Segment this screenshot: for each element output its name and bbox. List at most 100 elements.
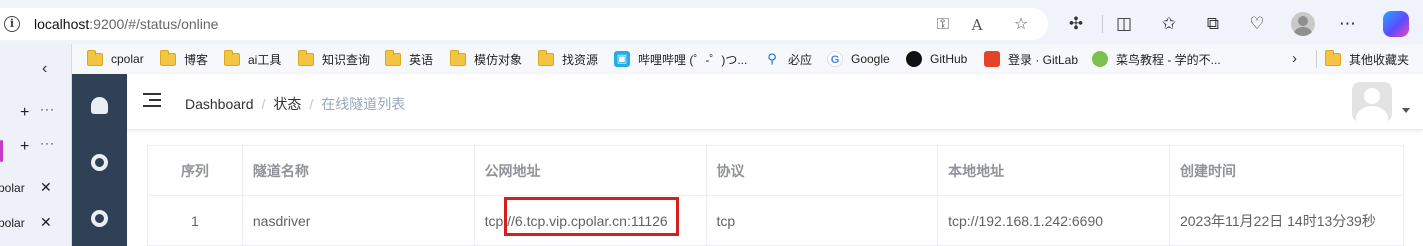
tab-group-color-marker (0, 140, 3, 162)
tunnel-icon[interactable] (91, 154, 108, 171)
google-icon: G (827, 51, 843, 67)
bookmark-label: 英语 (409, 52, 434, 67)
profile-icon[interactable] (1291, 12, 1315, 36)
chevron-left-icon[interactable]: ‹ (42, 60, 47, 78)
tab-group-row: + ··· (0, 136, 72, 162)
cell-public-url[interactable]: tcp://6.tcp.vip.cpolar.cn:11126 (473, 195, 707, 246)
breadcrumb-status[interactable]: 状态 (273, 96, 301, 112)
bookmark-bilibili[interactable]: ▣ 哔哩哔哩 (゜-゜)つ... (614, 49, 747, 69)
plus-icon[interactable]: + (20, 104, 29, 122)
browser-toolbar: i localhost:9200/#/status/online ⚿ A ☆ ✣… (0, 0, 1423, 44)
cell-local-address: tcp://192.168.1.242:6690 (937, 195, 1170, 246)
folder-icon (298, 49, 314, 66)
bookmark-bing[interactable]: ⚲ 必应 (764, 49, 812, 69)
key-icon[interactable]: ⚿ (932, 14, 954, 36)
bookmark-label: 菜鸟教程 - 学的不... (1116, 52, 1221, 67)
plus-icon[interactable]: + (20, 138, 29, 156)
more-menu-icon[interactable]: ⋯ (1337, 13, 1359, 35)
collections-icon[interactable]: ⧉ (1202, 13, 1224, 35)
column-header-index: 序列 (147, 145, 243, 196)
table-header-row: 序列 隧道名称 公网地址 协议 本地地址 创建时间 (147, 145, 1405, 196)
bookmark-cpolar[interactable]: cpolar (87, 49, 144, 69)
chevron-right-icon[interactable]: › (1292, 50, 1297, 67)
bookmark-resources[interactable]: 找资源 (538, 49, 598, 69)
bookmark-imitate[interactable]: 模仿对象 (450, 49, 522, 69)
tab-group-row: + ··· (0, 102, 72, 128)
user-avatar[interactable] (1352, 82, 1392, 122)
copilot-icon[interactable] (1383, 11, 1409, 37)
bookmarks-bar: cpolar 博客 ai工具 知识查询 英语 模仿对象 找资源 ▣ 哔哩哔哩 (゜… (0, 44, 1423, 74)
breadcrumb-current: 在线隧道列表 (321, 96, 406, 112)
cell-protocol: tcp (705, 195, 939, 246)
url-text[interactable]: localhost:9200/#/status/online (34, 16, 218, 32)
app-navbar: Dashboard / 状态 / 在线隧道列表 (127, 74, 1423, 130)
vertical-tab-item[interactable]: cpolar ✕ (0, 177, 72, 201)
cell-created-time: 2023年11月22日 14时13分39秒 (1168, 195, 1405, 246)
folder-icon (450, 49, 466, 66)
favorites-icon[interactable]: ✩ (1158, 13, 1180, 35)
bookmark-label: GitHub (930, 52, 968, 66)
vertical-tab-item[interactable]: cpolar ✕ (0, 212, 72, 236)
read-aloud-icon[interactable]: A (966, 14, 988, 36)
cell-tunnel-name: nasdriver (241, 195, 475, 246)
extensions-icon[interactable]: ✣ (1065, 13, 1087, 35)
folder-icon (224, 49, 240, 66)
bookmark-runoob[interactable]: 菜鸟教程 - 学的不... (1092, 49, 1221, 69)
status-icon[interactable] (91, 210, 108, 227)
menu-toggle-icon[interactable] (143, 93, 161, 107)
toolbar-divider (1102, 15, 1103, 33)
tab-title: cpolar (0, 181, 25, 195)
bookmark-google[interactable]: G Google (827, 49, 890, 69)
cell-index: 1 (147, 195, 243, 246)
bookmark-label: 其他收藏夹 (1349, 52, 1410, 67)
url-path: :9200/#/status/online (89, 16, 219, 32)
favorite-star-icon[interactable]: ☆ (1010, 14, 1032, 36)
bookmark-label: 博客 (184, 52, 209, 67)
more-icon[interactable]: ··· (40, 102, 55, 116)
table-row: 1 nasdriver tcp://6.tcp.vip.cpolar.cn:11… (147, 195, 1405, 246)
folder-icon (385, 49, 401, 66)
bookmark-label: 哔哩哔哩 (゜-゜)つ... (638, 52, 748, 67)
folder-icon (1325, 49, 1341, 66)
column-header-protocol: 协议 (705, 145, 939, 196)
column-header-public-url: 公网地址 (473, 145, 707, 196)
bookmark-label: 找资源 (562, 52, 599, 67)
column-header-created-time: 创建时间 (1168, 145, 1405, 196)
caret-down-icon[interactable] (1402, 108, 1410, 113)
github-icon (906, 51, 922, 67)
bookmark-label: cpolar (111, 52, 144, 66)
bookmark-label: Google (851, 52, 890, 66)
close-icon[interactable]: ✕ (40, 214, 52, 231)
address-bar[interactable]: i localhost:9200/#/status/online ⚿ A ☆ (0, 8, 1048, 40)
bookmark-label: 必应 (788, 52, 813, 67)
bookmark-label: ai工具 (248, 52, 282, 67)
bookmark-english[interactable]: 英语 (385, 49, 433, 69)
bookmark-gitlab[interactable]: 登录 · GitLab (984, 49, 1078, 69)
column-header-name: 隧道名称 (241, 145, 475, 196)
breadcrumb-dashboard[interactable]: Dashboard (185, 96, 254, 112)
bookmark-label: 知识查询 (322, 52, 371, 67)
close-icon[interactable]: ✕ (40, 179, 52, 196)
bookmark-knowledge[interactable]: 知识查询 (298, 49, 370, 69)
dashboard-icon[interactable] (91, 97, 108, 114)
bookmark-other-favorites[interactable]: 其他收藏夹 (1325, 49, 1409, 69)
folder-icon (87, 49, 103, 66)
bookmarks-divider (1316, 50, 1317, 68)
bookmark-label: 登录 · GitLab (1008, 52, 1079, 67)
bookmark-label: 模仿对象 (474, 52, 523, 67)
health-icon[interactable]: ♡ (1246, 13, 1268, 35)
split-screen-icon[interactable]: ◫ (1113, 13, 1135, 35)
folder-icon (538, 49, 554, 66)
site-info-icon[interactable]: i (4, 16, 20, 32)
bilibili-icon: ▣ (614, 51, 630, 67)
tab-title: cpolar (0, 216, 25, 230)
bookmark-ai-tools[interactable]: ai工具 (224, 49, 281, 69)
gitlab-icon (984, 51, 1000, 67)
more-icon[interactable]: ··· (40, 136, 55, 150)
runoob-icon (1092, 51, 1108, 67)
bookmark-blog[interactable]: 博客 (160, 49, 208, 69)
online-tunnel-table: 序列 隧道名称 公网地址 协议 本地地址 创建时间 1 nasdriver tc… (147, 145, 1405, 246)
bookmark-github[interactable]: GitHub (906, 49, 967, 69)
vertical-tab-strip: ‹ + ··· + ··· cpolar ✕ cpolar ✕ (0, 44, 72, 246)
app-sidebar (72, 74, 127, 246)
